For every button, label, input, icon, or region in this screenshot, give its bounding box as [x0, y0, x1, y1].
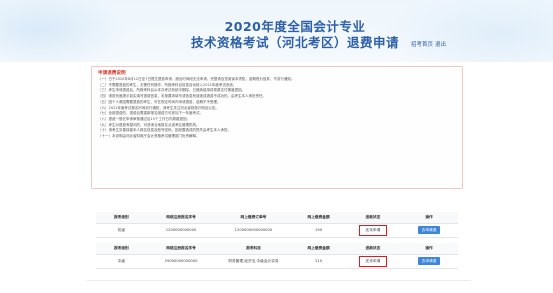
notice-line: （十一）本说明由河北省财政厅会计资格考试管理部门负责解释。	[98, 134, 200, 139]
refund-table-primary: 报考级别 网络注册报名序号 网上缴费订单号 网上缴费金额 退款状态 操作 初级 …	[96, 212, 458, 238]
apply-refund-button[interactable]: 去申请退	[417, 257, 441, 265]
table-header-row: 报考级别 网络注册报名序号 网上缴费订单号 网上缴费金额 退款状态 操作	[96, 212, 458, 224]
cell-amount: 190	[291, 223, 346, 238]
notice-title: 申请退费说明	[98, 71, 126, 76]
cell-level: 中级	[96, 254, 147, 269]
cell-amount: 210	[291, 254, 346, 269]
cell-reg-no: 29000000000000	[146, 254, 216, 269]
column-header-subjects: 报考科目	[215, 243, 292, 255]
page-title-line2: 技术资格考试（河北考区）退费申请	[190, 35, 399, 50]
cell-status: 还未申请	[345, 254, 401, 269]
column-header-amount: 网上缴费金额	[291, 212, 346, 224]
cell-action: 去申请退	[400, 223, 458, 238]
notice-panel: 申请退费说明 （一）日于2020年8月12日至7日提交退费申请，超出时间段无法申…	[91, 66, 463, 189]
column-header-status: 退款状态	[345, 243, 401, 255]
cell-level: 初级	[96, 223, 147, 238]
cell-order-no: 1200000000000000	[215, 223, 292, 238]
cell-reg-no: 1200000000000	[146, 223, 216, 238]
cell-status: 还未申请	[345, 223, 401, 238]
column-header-level: 报考级别	[96, 212, 147, 224]
column-header-action: 操作	[400, 243, 458, 255]
status-badge: 还未申请	[358, 224, 388, 236]
cell-subjects: 财务管理,经济法,中级会计实务	[215, 254, 292, 269]
column-header-level: 报考级别	[96, 243, 147, 255]
table-header-row: 报考级别 网络注册报名序号 报考科目 网上缴费金额 退款状态 操作	[96, 243, 458, 255]
nav-home-link[interactable]: 招考首页	[411, 40, 433, 48]
divider	[87, 280, 471, 281]
column-header-status: 退款状态	[345, 212, 401, 224]
nav-logout-link[interactable]: 退出	[435, 40, 446, 48]
column-header-action: 操作	[400, 212, 458, 224]
column-header-reg-no: 网络注册报名序号	[146, 212, 216, 224]
apply-refund-button[interactable]: 去申请退	[417, 226, 441, 234]
table-row: 初级 1200000000000 1200000000000000 190 还未…	[96, 223, 458, 238]
column-header-order-no: 网上缴费订单号	[215, 212, 292, 224]
cell-action: 去申请退	[400, 254, 458, 269]
refund-table-secondary: 报考级别 网络注册报名序号 报考科目 网上缴费金额 退款状态 操作 中级 290…	[96, 243, 458, 269]
table-row: 中级 29000000000000 财务管理,经济法,中级会计实务 210 还未…	[96, 254, 458, 269]
column-header-reg-no: 网络注册报名序号	[146, 243, 216, 255]
column-header-amount: 网上缴费金额	[291, 243, 346, 255]
status-badge: 还未申请	[358, 255, 388, 267]
